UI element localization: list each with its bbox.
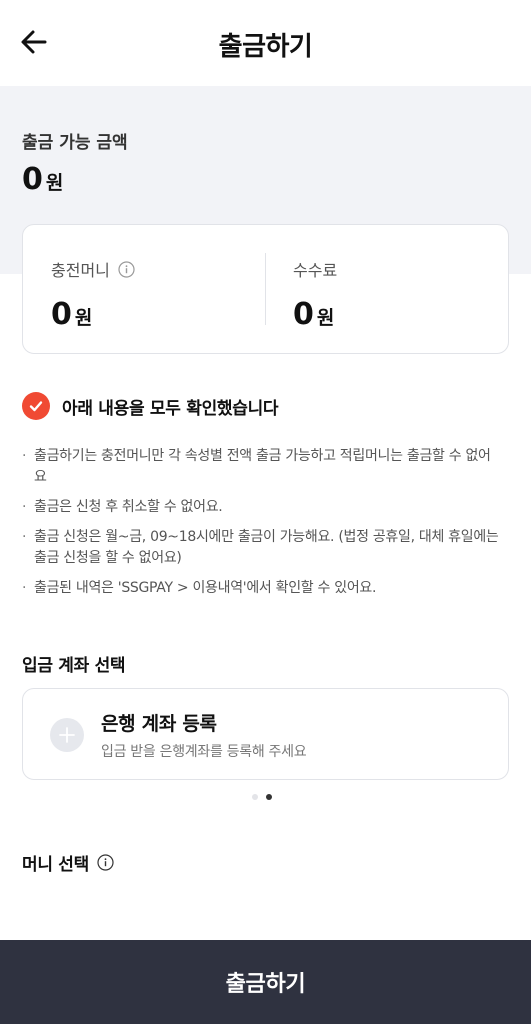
fee-unit: 원 xyxy=(316,307,335,329)
available-amount-label: 출금 가능 금액 xyxy=(22,133,128,153)
charge-money-unit: 원 xyxy=(74,307,93,329)
money-select-title: 머니 선택 xyxy=(22,855,89,875)
charge-money-value: 0 xyxy=(51,297,72,332)
fee-column: 수수료 0 원 xyxy=(293,257,337,332)
card-divider xyxy=(265,253,266,325)
carousel-dot[interactable] xyxy=(252,794,258,800)
notice-item: 출금하기는 충전머니만 각 속성별 전액 출금 가능하고 적립머니는 출금할 수… xyxy=(22,446,502,488)
money-summary-card: 충전머니 0 원 수수료 0 원 xyxy=(22,224,509,354)
charge-money-label-row: 충전머니 xyxy=(51,257,135,281)
info-icon[interactable] xyxy=(97,854,114,871)
confirm-label: 아래 내용을 모두 확인했습니다 xyxy=(62,398,279,419)
available-amount: 0 원 xyxy=(22,162,63,197)
available-amount-value: 0 xyxy=(22,162,43,197)
withdraw-button-label: 출금하기 xyxy=(225,972,306,997)
charge-money-amount: 0 원 xyxy=(51,297,135,332)
bank-card-subtitle: 입금 받을 은행계좌를 등록해 주세요 xyxy=(101,744,307,760)
charge-money-column: 충전머니 0 원 xyxy=(51,257,135,332)
checkbox-checked-icon[interactable] xyxy=(22,392,50,420)
page-title: 출금하기 xyxy=(218,32,313,62)
header: 출금하기 xyxy=(0,0,531,86)
carousel-indicator xyxy=(252,794,272,800)
deposit-account-section-title: 입금 계좌 선택 xyxy=(22,656,126,676)
fee-value: 0 xyxy=(293,297,314,332)
available-amount-unit: 원 xyxy=(45,172,64,194)
register-bank-account-button[interactable]: 은행 계좌 등록 입금 받을 은행계좌를 등록해 주세요 xyxy=(22,688,509,780)
info-icon[interactable] xyxy=(118,260,135,278)
charge-money-label: 충전머니 xyxy=(51,261,110,280)
plus-icon xyxy=(50,718,84,752)
confirm-checkbox-row[interactable]: 아래 내용을 모두 확인했습니다 xyxy=(22,392,279,420)
notice-item: 출금은 신청 후 취소할 수 없어요. xyxy=(22,497,502,518)
withdraw-button[interactable]: 출금하기 xyxy=(0,940,531,1024)
notice-list: 출금하기는 충전머니만 각 속성별 전액 출금 가능하고 적립머니는 출금할 수… xyxy=(22,446,502,608)
fee-label: 수수료 xyxy=(293,261,338,280)
carousel-dot-active[interactable] xyxy=(266,794,272,800)
notice-item: 출금 신청은 월~금, 09~18시에만 출금이 가능해요. (법정 공휴일, … xyxy=(22,527,502,569)
bank-card-title: 은행 계좌 등록 xyxy=(101,713,217,735)
fee-amount: 0 원 xyxy=(293,297,337,332)
money-select-section: 머니 선택 xyxy=(22,850,114,875)
notice-item: 출금된 내역은 'SSGPAY > 이용내역'에서 확인할 수 있어요. xyxy=(22,578,502,599)
